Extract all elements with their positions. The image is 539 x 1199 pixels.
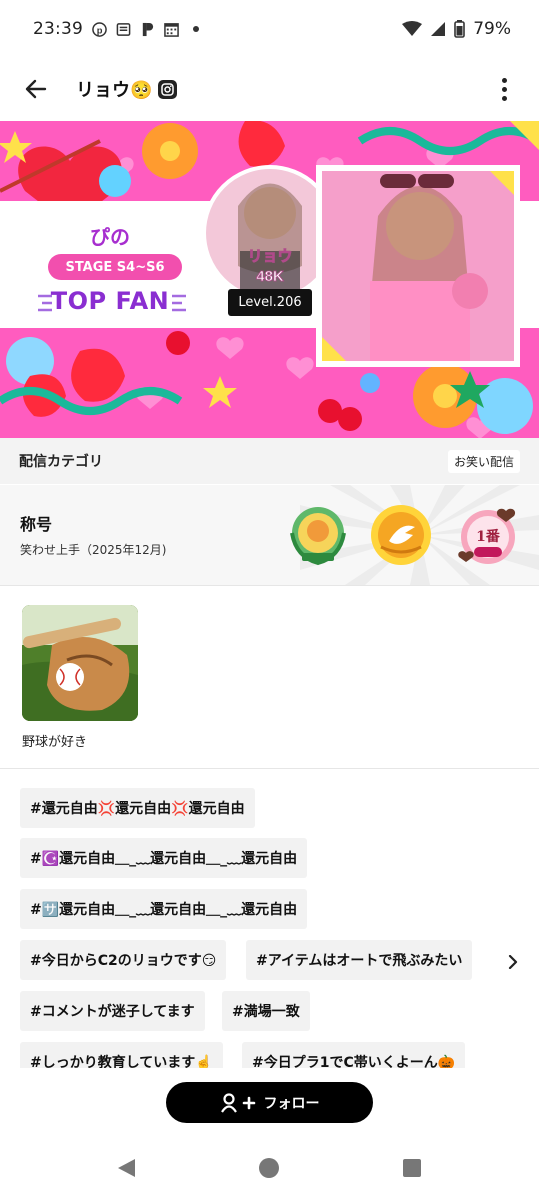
system-nav-bar — [0, 1140, 539, 1199]
status-right: 79% — [402, 19, 511, 39]
divider — [0, 585, 539, 586]
svg-text:48K: 48K — [256, 268, 284, 285]
svg-text:p: p — [97, 25, 103, 35]
notification-p-icon: p — [92, 21, 107, 37]
top-fan-label: TOP FAN — [50, 287, 170, 315]
interest-card-baseball[interactable] — [22, 605, 138, 721]
calendar-icon — [164, 22, 179, 37]
hashtag-chip[interactable]: #☪️還元自由＿_﹏還元自由＿_﹏還元自由 — [20, 838, 308, 878]
hashtag-chip[interactable]: #🈂️還元自由＿_﹏還元自由＿_﹏還元自由 — [20, 889, 308, 929]
chevron-right-icon — [508, 955, 518, 969]
tags-scroll-right-button[interactable] — [501, 950, 525, 974]
status-left: 23:39 p — [33, 19, 200, 39]
battery-icon — [454, 20, 466, 38]
divider — [0, 768, 539, 769]
hashtag-chip[interactable]: #アイテムはオートで飛ぶみたい — [246, 940, 473, 980]
profile-name: リョウ🥺 — [76, 80, 153, 101]
news-icon — [116, 22, 131, 36]
svg-text:1番: 1番 — [476, 528, 501, 545]
back-button[interactable] — [13, 66, 59, 112]
hashtag-chip[interactable]: #今日からC2のリョウです😏 — [20, 940, 227, 980]
hashtag-chip[interactable]: #今日プラ1でC帯いくよーん🎃 — [242, 1042, 466, 1068]
award-2025-badge[interactable] — [286, 503, 350, 567]
category-label: 配信カテゴリ — [19, 454, 103, 470]
status-time: 23:39 — [33, 19, 83, 39]
person-add-icon — [220, 1092, 255, 1113]
warawase-jozu-badge[interactable] — [369, 503, 433, 567]
stage-pill: STAGE S4~S6 — [48, 254, 182, 280]
nav-recents-icon[interactable] — [403, 1159, 421, 1177]
dot-icon — [193, 26, 199, 32]
instagram-icon[interactable] — [158, 79, 178, 99]
category-chip[interactable]: お笑い配信 — [447, 449, 520, 473]
title-label: 称号 — [20, 515, 53, 534]
fan-banner[interactable]: リョウ 48K ぴの STAGE S4~S6 TOP FAN Level.206 — [0, 121, 539, 438]
status-bar: 23:39 p 79% — [0, 0, 539, 58]
title-section[interactable]: 称号 笑わせ上手（2025年12月) 1番 — [0, 485, 539, 585]
baseball-glove-image — [22, 605, 138, 721]
follow-label: フォロー — [263, 1095, 320, 1112]
choco-1ban-2026-badge[interactable]: 1番 — [456, 505, 520, 569]
nav-home-icon[interactable] — [259, 1158, 279, 1178]
broadcast-category-row: 配信カテゴリ お笑い配信 — [0, 438, 539, 484]
profile-title: リョウ🥺 — [76, 76, 178, 102]
more-options-button[interactable] — [489, 66, 519, 112]
fan-name: ぴの — [90, 225, 130, 249]
title-value: 笑わせ上手（2025年12月) — [20, 543, 167, 557]
battery-percent: 79% — [473, 19, 511, 39]
notification-p2-icon — [142, 22, 154, 36]
hashtag-list: #還元自由💢還元自由💢還元自由 #☪️還元自由＿_﹏還元自由＿_﹏還元自由 #🈂… — [0, 780, 539, 1068]
hashtag-chip[interactable]: #しっかり教育しています☝️ — [20, 1042, 223, 1068]
nav-back-icon[interactable] — [117, 1158, 136, 1178]
signal-icon — [431, 22, 446, 36]
app-bar: リョウ🥺 — [0, 58, 539, 120]
follow-button[interactable]: フォロー — [166, 1082, 373, 1123]
more-vertical-icon — [501, 77, 507, 83]
hashtag-chip[interactable]: #満場一致 — [222, 991, 310, 1031]
hashtag-chip[interactable]: #コメントが迷子してます — [20, 991, 205, 1031]
level-badge: Level.206 — [228, 289, 312, 316]
hashtag-chip[interactable]: #還元自由💢還元自由💢還元自由 — [20, 788, 255, 828]
svg-text:リョウ: リョウ — [247, 248, 292, 265]
arrow-left-icon — [25, 79, 47, 99]
interest-label: 野球が好き — [22, 735, 88, 750]
wifi-icon — [402, 21, 423, 36]
